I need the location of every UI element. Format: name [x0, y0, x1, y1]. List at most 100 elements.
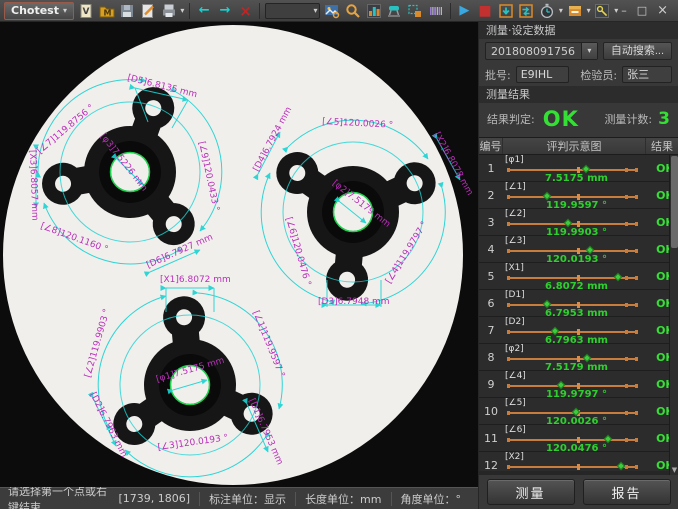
chevron-down-icon: ▾ — [63, 7, 67, 15]
print-export-icon[interactable] — [160, 2, 178, 20]
table-row[interactable]: 5[X1]6.8072 mmOK — [479, 263, 678, 290]
zoom-magnifier-icon[interactable] — [344, 2, 362, 20]
measured-marker — [564, 219, 572, 227]
open-folder-icon[interactable]: M — [98, 2, 116, 20]
chotest-menu-button[interactable]: Chotest ▾ — [4, 2, 74, 20]
tolerance-diagram: [D2]6.7963 mm — [503, 317, 652, 343]
import-box-icon[interactable] — [497, 2, 515, 20]
section-header-settings: 测量·设定数据 — [479, 22, 678, 39]
table-row[interactable]: 3[∠2]119.9903 °OK — [479, 209, 678, 236]
delete-icon[interactable]: × — [237, 2, 255, 20]
row-number: 12 — [479, 452, 503, 471]
key-dropdown-caret[interactable]: ▾ — [614, 7, 618, 15]
table-row[interactable]: 9[∠4]119.9797 °OK — [479, 371, 678, 398]
print-dropdown-caret[interactable]: ▾ — [180, 7, 184, 15]
maximize-button[interactable]: □ — [637, 4, 647, 17]
viewport-canvas: [D5]6.8135 mm [∠7]119.8756 ° [∠9]120.043… — [0, 22, 478, 487]
table-row[interactable]: 7[D2]6.7963 mmOK — [479, 317, 678, 344]
image-preview-icon[interactable] — [323, 2, 341, 20]
program-combobox[interactable]: 201808091756 ▾ — [485, 42, 598, 60]
program-id: 201808091756 — [486, 45, 581, 58]
feature-label: [X1] — [505, 264, 648, 273]
results-table: 编号 评判示意图 结果 1[φ1]7.5175 mmOK2[∠1]119.959… — [479, 137, 678, 475]
table-row[interactable]: 11[∠6]120.0476 °OK — [479, 425, 678, 452]
measured-marker — [581, 165, 589, 173]
row-number: 3 — [479, 209, 503, 235]
auto-search-button[interactable]: 自动搜索... — [603, 42, 672, 60]
scrollbar-thumb[interactable] — [671, 156, 678, 248]
tolerance-slider — [505, 166, 648, 174]
run-play-icon[interactable]: ▶ — [456, 2, 474, 20]
table-body: 1[φ1]7.5175 mmOK2[∠1]119.9597 °OK3[∠2]11… — [479, 155, 678, 471]
statusbar: 请选择第一个点或右键结束 [1739, 1806] 标注单位：显示 长度单位：m… — [0, 487, 478, 509]
drawer-dropdown-caret[interactable]: ▾ — [587, 7, 591, 15]
svg-text:V: V — [82, 7, 89, 17]
key-settings-icon[interactable] — [594, 2, 612, 20]
table-row[interactable]: 2[∠1]119.9597 °OK — [479, 182, 678, 209]
table-row[interactable]: 6[D1]6.7953 mmOK — [479, 290, 678, 317]
batch-input[interactable]: E9IHL — [516, 66, 570, 83]
edit-document-icon[interactable] — [139, 2, 157, 20]
chevron-down-icon[interactable]: ▾ — [581, 43, 597, 59]
chevron-down-icon: ▾ — [313, 7, 317, 15]
tolerance-slider — [505, 463, 648, 471]
table-row[interactable]: 4[∠3]120.0193 °OK — [479, 236, 678, 263]
undo-arrow-icon[interactable]: ← — [195, 2, 213, 20]
minimize-button[interactable]: – — [621, 4, 627, 17]
measured-marker — [586, 246, 594, 254]
annotation-x1: [X1]6.8072 mm — [160, 275, 231, 285]
tolerance-diagram: [φ1]7.5175 mm — [503, 155, 652, 181]
tolerance-slider — [505, 247, 648, 255]
batch-label: 批号: — [485, 67, 511, 83]
length-unit: 长度单位：mm — [296, 491, 390, 507]
report-button[interactable]: 报告 — [583, 479, 671, 505]
svg-text:M: M — [103, 8, 111, 17]
row-number: 7 — [479, 317, 503, 343]
stop-icon[interactable]: ■ — [476, 2, 494, 20]
row-number: 8 — [479, 344, 503, 370]
tolerance-diagram: [∠5]120.0026 ° — [503, 398, 652, 424]
close-button[interactable]: × — [657, 3, 668, 18]
feature-label: [∠5] — [505, 399, 648, 408]
tolerance-slider — [505, 220, 648, 228]
window-controls: – □ × — [621, 3, 674, 18]
table-row[interactable]: 8[φ2]7.5179 mmOK — [479, 344, 678, 371]
measured-marker — [551, 327, 559, 335]
redo-arrow-icon[interactable]: → — [216, 2, 234, 20]
scroll-down-arrow[interactable]: ▼ — [670, 464, 678, 475]
new-document-icon[interactable]: V — [77, 2, 95, 20]
count-label: 测量计数: — [604, 111, 652, 127]
tool-combobox[interactable]: ▾ — [265, 3, 320, 19]
judge-label: 结果判定: — [487, 111, 535, 127]
barcode-icon[interactable] — [427, 2, 445, 20]
save-icon[interactable] — [118, 2, 136, 20]
tolerance-diagram: [φ2]7.5179 mm — [503, 344, 652, 370]
histogram-icon[interactable] — [365, 2, 383, 20]
row-number: 9 — [479, 371, 503, 397]
tolerance-slider — [505, 328, 648, 336]
measure-button[interactable]: 测量 — [487, 479, 575, 505]
timer-dropdown-caret[interactable]: ▾ — [559, 7, 563, 15]
measurement-viewport[interactable]: [D5]6.8135 mm [∠7]119.8756 ° [∠9]120.043… — [0, 22, 478, 487]
drawer-icon[interactable] — [566, 2, 584, 20]
annotation-unit: 标注单位：显示 — [200, 491, 295, 507]
column-header-diagram: 评判示意图 — [503, 138, 646, 154]
select-region-icon[interactable] — [406, 2, 424, 20]
app-menu-label: Chotest — [11, 4, 59, 17]
feature-label: [∠2] — [505, 210, 648, 219]
table-row[interactable]: 12[X2]OK — [479, 452, 678, 471]
count-value: 3 — [658, 109, 670, 129]
swap-box-icon[interactable] — [518, 2, 536, 20]
column-header-result: 结果 — [646, 138, 678, 154]
result-summary: 结果判定: OK 测量计数: 3 — [479, 103, 678, 137]
feature-label: [D1] — [505, 291, 648, 300]
judge-value: OK — [543, 107, 579, 131]
table-row[interactable]: 1[φ1]7.5175 mmOK — [479, 155, 678, 182]
tolerance-slider — [505, 355, 648, 363]
vertical-scrollbar[interactable]: ▼ — [669, 155, 678, 475]
timer-icon[interactable] — [538, 2, 556, 20]
chotest-app-window: Chotest ▾ V M ▾ ← → × ▾ — [0, 0, 678, 509]
lamp-icon[interactable] — [386, 2, 404, 20]
table-row[interactable]: 10[∠5]120.0026 °OK — [479, 398, 678, 425]
inspector-input[interactable]: 张三 — [622, 66, 672, 83]
